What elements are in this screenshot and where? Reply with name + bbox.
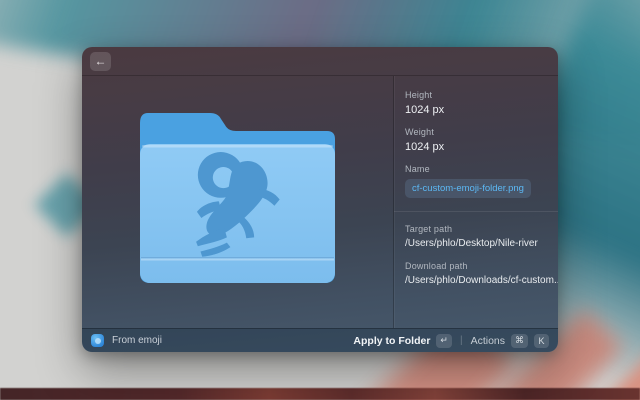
height-value: 1024 px — [405, 104, 546, 116]
back-button[interactable]: ← — [90, 52, 111, 71]
source-mode-chip: From emoji — [91, 334, 162, 347]
target-path-label: Target path — [405, 224, 546, 234]
details-panel: Height 1024 px Weight 1024 px Name cf-cu… — [393, 76, 558, 328]
k-key-icon: K — [534, 334, 549, 348]
actions-button[interactable]: Actions ⌘ K — [471, 334, 549, 348]
window-header: ← — [82, 47, 558, 76]
download-path-value: /Users/phlo/Downloads/cf-custom... — [405, 275, 546, 286]
file-name-badge[interactable]: cf-custom-emoji-folder.png — [405, 179, 531, 198]
command-key-icon: ⌘ — [511, 334, 528, 348]
weight-label: Weight — [405, 127, 546, 137]
apply-to-folder-button[interactable]: Apply to Folder ↵ — [353, 334, 452, 348]
name-label: Name — [405, 164, 546, 174]
folder-preview-pane — [82, 76, 393, 328]
footer-actions: Apply to Folder ↵ | Actions ⌘ K — [353, 334, 549, 348]
source-mode-label: From emoji — [112, 335, 162, 346]
actions-label: Actions — [471, 335, 505, 347]
height-label: Height — [405, 90, 546, 100]
footer-separator: | — [460, 335, 463, 346]
background-bottom-strip — [0, 388, 640, 400]
target-path-value: /Users/phlo/Desktop/Nile-river — [405, 238, 546, 249]
weight-value: 1024 px — [405, 141, 546, 153]
window-footer: From emoji Apply to Folder ↵ | Actions ⌘… — [82, 328, 558, 352]
custom-folder-preview — [138, 113, 337, 285]
app-window: ← — [82, 47, 558, 352]
back-arrow-icon: ← — [95, 55, 107, 67]
window-main: Height 1024 px Weight 1024 px Name cf-cu… — [82, 76, 558, 328]
section-divider — [394, 211, 558, 212]
download-path-label: Download path — [405, 261, 546, 271]
return-key-icon: ↵ — [436, 334, 452, 348]
apply-to-folder-label: Apply to Folder — [353, 335, 430, 347]
app-icon — [91, 334, 104, 347]
